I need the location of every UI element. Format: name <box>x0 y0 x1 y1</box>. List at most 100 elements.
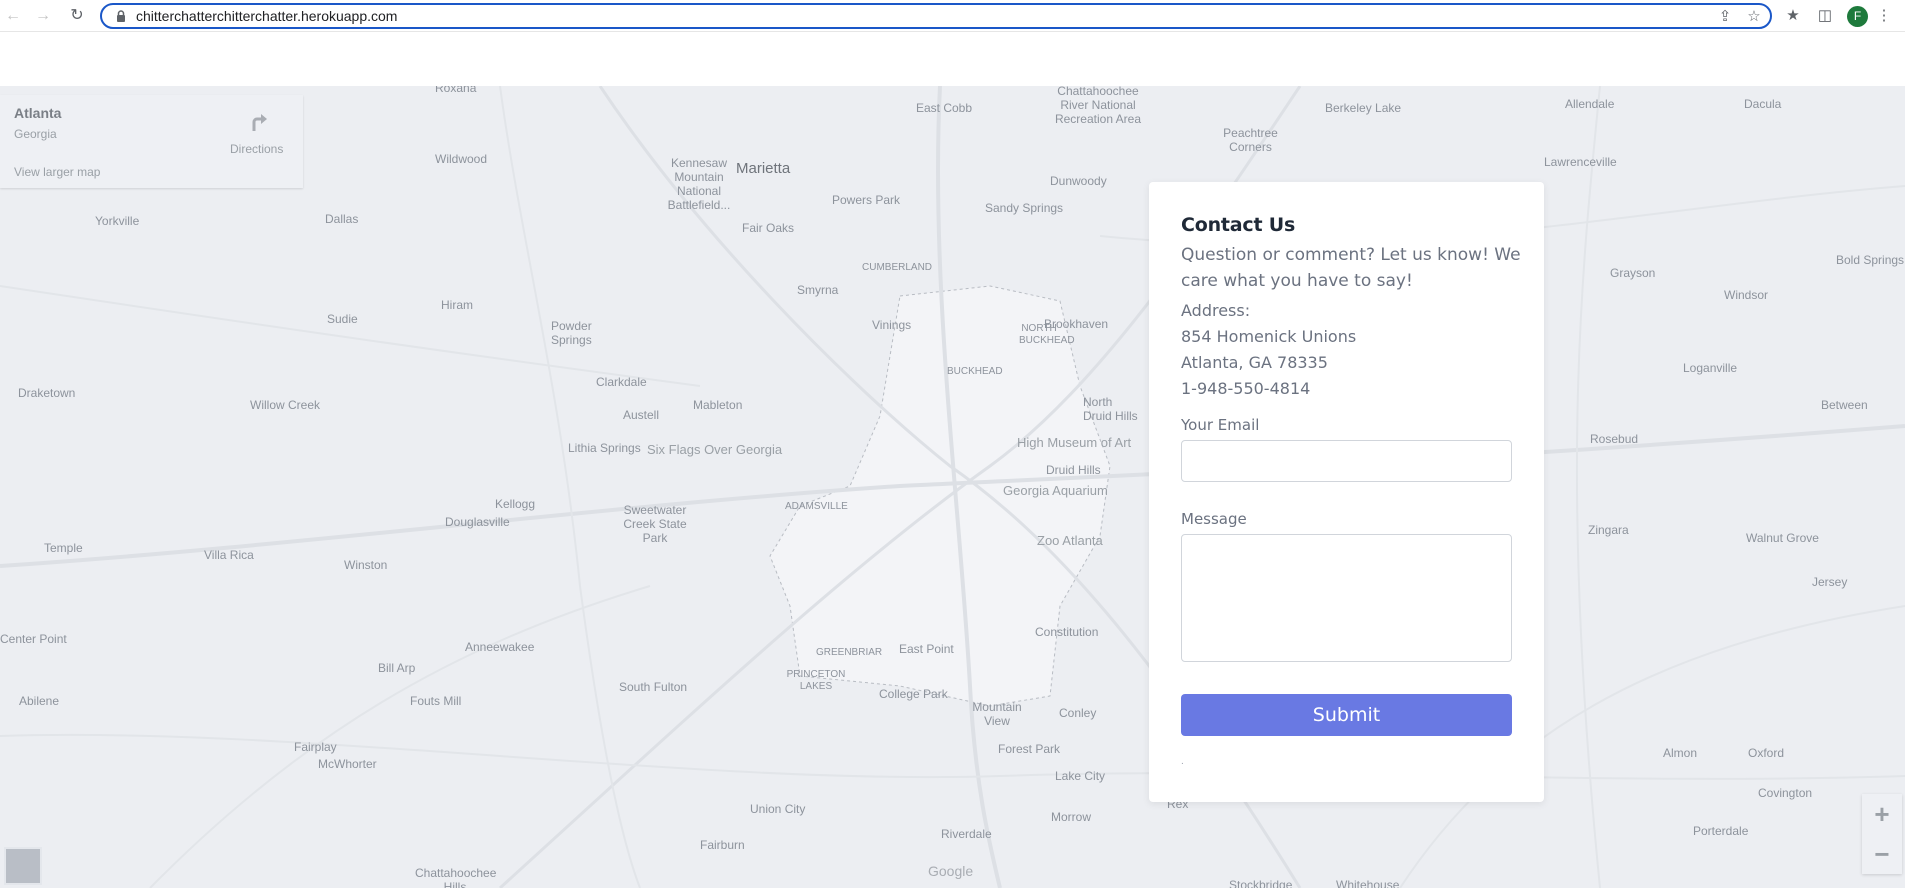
map-info-card: Atlanta Georgia View larger map Directio… <box>0 95 303 188</box>
map-place: Yorkville <box>95 214 140 228</box>
phone-number: 1-948-550-4814 <box>1181 379 1311 398</box>
map-place: BUCKHEAD <box>947 366 1003 377</box>
map-place: GREENBRIAR <box>816 647 883 658</box>
map-place: East Point <box>899 642 954 656</box>
map-place: NORTH BUCKHEAD <box>1019 323 1075 346</box>
map-place: Stockbridge <box>1229 878 1293 888</box>
map-place: Powers Park <box>832 193 901 207</box>
map-place: Chattahoochee Hills <box>415 866 497 888</box>
map-place: Bill Arp <box>378 661 416 675</box>
map-place: Between <box>1821 398 1868 412</box>
map-place: Fouts Mill <box>410 694 462 708</box>
map-place: Riverdale <box>941 827 992 841</box>
map-place: Fair Oaks <box>742 221 795 235</box>
address-bar[interactable]: chitterchatterchitterchatter.herokuapp.c… <box>100 3 1772 29</box>
address-line-1: 854 Homenick Unions <box>1181 327 1357 346</box>
map-place: Druid Hills <box>1046 463 1101 477</box>
page-header-band <box>0 32 1905 86</box>
map-place: High Museum of Art <box>1017 435 1132 450</box>
zoom-in-button[interactable]: + <box>1862 794 1902 834</box>
map-place: Jersey <box>1812 575 1848 589</box>
map-place: Hiram <box>441 298 473 312</box>
map-place: ADAMSVILLE <box>785 501 848 512</box>
map-roads <box>0 86 1905 888</box>
side-panel-icon[interactable]: ◫ <box>1815 6 1835 26</box>
map-place: Almon <box>1663 746 1698 760</box>
avatar[interactable]: F <box>1847 6 1868 27</box>
map-place: Covington <box>1758 786 1813 800</box>
map-place: Lithia Springs <box>568 441 641 455</box>
map-place: Berkeley Lake <box>1325 101 1402 115</box>
directions-icon[interactable] <box>247 111 269 133</box>
back-arrow-icon[interactable]: ← <box>2 5 24 27</box>
map-type-toggle[interactable] <box>4 847 42 885</box>
lock-icon <box>117 10 125 22</box>
map-place: College Park <box>879 687 948 701</box>
bookmark-star-icon[interactable]: ☆ <box>1745 8 1763 26</box>
map-place: Grayson <box>1610 266 1656 280</box>
map-place: Anneewakee <box>465 640 535 654</box>
map-place: Constitution <box>1035 625 1099 639</box>
map-place: Marietta <box>736 160 791 177</box>
map-place: Lake City <box>1055 769 1106 783</box>
map-place: Porterdale <box>1693 824 1749 838</box>
map-place: Sudie <box>327 312 358 326</box>
map-place: Austell <box>623 408 660 422</box>
email-label: Your Email <box>1181 416 1260 434</box>
map-place: Temple <box>44 541 83 555</box>
view-larger-map-link[interactable]: View larger map <box>14 165 100 179</box>
map-place: Dacula <box>1744 97 1782 111</box>
contact-lead: Question or comment? Let us know! We car… <box>1181 245 1521 291</box>
map-place: Sweetwater Creek State Park <box>623 503 687 545</box>
map-place: Lawrenceville <box>1544 155 1617 169</box>
map-place: Vinings <box>872 318 912 332</box>
map-place: Rosebud <box>1590 432 1639 446</box>
map-city-name: Atlanta <box>14 105 62 121</box>
map-place: Douglasville <box>445 515 510 529</box>
map-place: North Druid Hills <box>1083 395 1138 423</box>
reload-icon[interactable]: ↻ <box>66 5 88 27</box>
map-place: Villa Rica <box>204 548 254 562</box>
map-place: Wildwood <box>435 152 488 166</box>
map-place: Fairburn <box>700 838 745 852</box>
map-state-name: Georgia <box>14 127 57 141</box>
forward-arrow-icon[interactable]: → <box>32 5 54 27</box>
submit-button[interactable]: Submit <box>1181 694 1512 736</box>
map-place: Bold Springs <box>1836 253 1905 267</box>
message-textarea[interactable] <box>1181 534 1512 662</box>
contact-address: Address: 854 Homenick Unions Atlanta, GA… <box>1181 298 1356 402</box>
map-place: Mountain View <box>972 700 1022 728</box>
map-place: Winston <box>344 558 388 572</box>
map-place: Windsor <box>1724 288 1769 302</box>
email-field[interactable] <box>1181 440 1512 482</box>
map-place: South Fulton <box>619 680 688 694</box>
share-icon[interactable]: ⇪ <box>1716 8 1734 26</box>
url-text[interactable]: chitterchatterchitterchatter.herokuapp.c… <box>136 8 397 24</box>
map-place: Draketown <box>18 386 76 400</box>
map-place: Forest Park <box>998 742 1061 756</box>
menu-kebab-icon[interactable]: ⋮ <box>1874 6 1894 26</box>
address-label: Address: <box>1181 301 1251 320</box>
zoom-controls: + − <box>1862 794 1902 874</box>
map-place: McWhorter <box>318 757 377 771</box>
map-place: Zoo Atlanta <box>1037 533 1103 548</box>
map-place: Abilene <box>19 694 60 708</box>
browser-toolbar: ← → ↻ chitterchatterchitterchatter.herok… <box>0 0 1905 32</box>
directions-link[interactable]: Directions <box>230 142 283 156</box>
map-embed[interactable]: Roxana East Cobb Chattahoochee River Nat… <box>0 86 1905 888</box>
map-place: Center Point <box>0 632 67 646</box>
map-place: Fairplay <box>294 740 337 754</box>
map-place: Whitehouse <box>1336 878 1400 888</box>
map-place: Chattahoochee River National Recreation … <box>1054 86 1142 126</box>
map-place: Smyrna <box>797 283 839 297</box>
contact-title: Contact Us <box>1181 214 1296 236</box>
map-place: Powder Springs <box>551 319 592 347</box>
map-place: Six Flags Over Georgia <box>647 442 783 457</box>
map-place: Zingara <box>1588 523 1629 537</box>
extensions-icon[interactable]: ★ <box>1783 6 1803 26</box>
zoom-out-button[interactable]: − <box>1862 834 1902 874</box>
map-place: Dallas <box>325 212 359 226</box>
message-label: Message <box>1181 510 1247 528</box>
map-place: Roxana <box>435 86 477 95</box>
map-place: Oxford <box>1748 746 1785 760</box>
